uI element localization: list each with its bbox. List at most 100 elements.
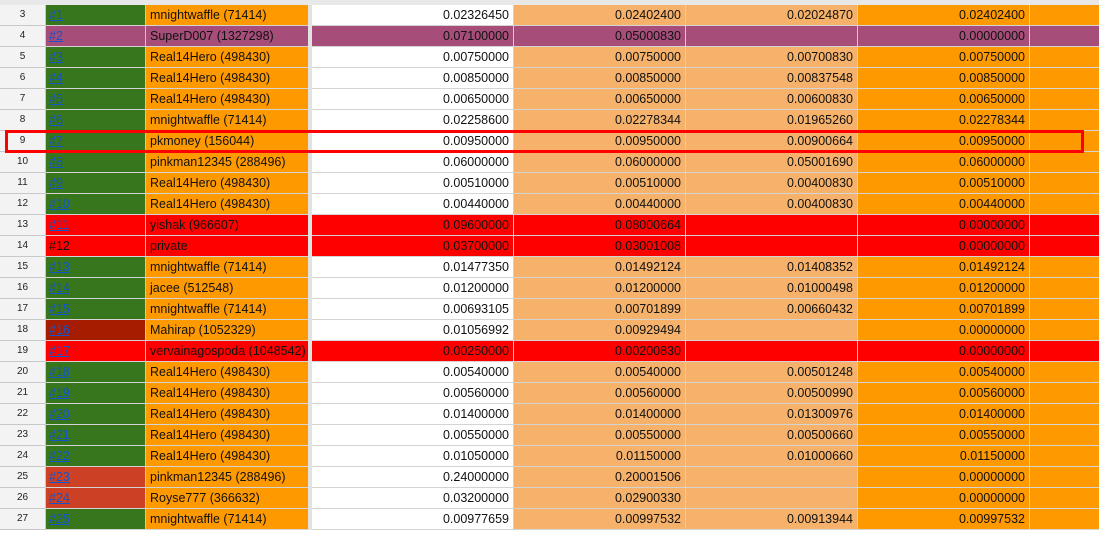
value-cell-2[interactable]: 0.01492124 (514, 257, 686, 278)
value-cell-5[interactable] (1030, 110, 1099, 131)
value-cell-5[interactable] (1030, 299, 1099, 320)
username-cell[interactable]: Real14Hero (498430) (146, 404, 308, 425)
value-cell-4[interactable]: 0.00950000 (858, 131, 1030, 152)
value-cell-1[interactable]: 0.00950000 (312, 131, 514, 152)
row-number[interactable]: 15 (0, 257, 46, 278)
username-cell[interactable]: yishak (966607) (146, 215, 308, 236)
value-cell-2[interactable]: 0.03001008 (514, 236, 686, 257)
value-cell-5[interactable] (1030, 320, 1099, 341)
value-cell-4[interactable]: 0.00000000 (858, 341, 1030, 362)
value-cell-2[interactable]: 0.02402400 (514, 5, 686, 26)
value-cell-1[interactable]: 0.07100000 (312, 26, 514, 47)
value-cell-5[interactable] (1030, 26, 1099, 47)
value-cell-1[interactable]: 0.03200000 (312, 488, 514, 509)
value-cell-3[interactable]: 0.01408352 (686, 257, 858, 278)
entry-id-link[interactable]: #8 (49, 155, 63, 169)
row-number[interactable]: 8 (0, 110, 46, 131)
row-number[interactable]: 22 (0, 404, 46, 425)
value-cell-4[interactable]: 0.00000000 (858, 236, 1030, 257)
entry-id-link[interactable]: #15 (49, 302, 70, 316)
entry-id-cell[interactable]: #5 (46, 89, 146, 110)
value-cell-5[interactable] (1030, 278, 1099, 299)
username-cell[interactable]: private (146, 236, 308, 257)
row-number[interactable]: 9 (0, 131, 46, 152)
value-cell-3[interactable]: 0.00900664 (686, 131, 858, 152)
entry-id-link[interactable]: #1 (49, 8, 63, 22)
row-number[interactable]: 11 (0, 173, 46, 194)
row-number[interactable]: 4 (0, 26, 46, 47)
entry-id-link[interactable]: #21 (49, 428, 70, 442)
value-cell-1[interactable]: 0.24000000 (312, 467, 514, 488)
username-cell[interactable]: Real14Hero (498430) (146, 446, 308, 467)
entry-id-link[interactable]: #19 (49, 386, 70, 400)
value-cell-5[interactable] (1030, 236, 1099, 257)
row-number[interactable]: 24 (0, 446, 46, 467)
username-cell[interactable]: mnightwaffle (71414) (146, 257, 308, 278)
value-cell-4[interactable]: 0.00540000 (858, 362, 1030, 383)
entry-id-link[interactable]: #10 (49, 197, 70, 211)
entry-id-cell[interactable]: #3 (46, 47, 146, 68)
value-cell-3[interactable]: 0.01965260 (686, 110, 858, 131)
value-cell-1[interactable]: 0.01050000 (312, 446, 514, 467)
row-number[interactable]: 5 (0, 47, 46, 68)
username-cell[interactable]: Royse777 (366632) (146, 488, 308, 509)
entry-id-link[interactable]: #4 (49, 71, 63, 85)
value-cell-4[interactable]: 0.00560000 (858, 383, 1030, 404)
username-cell[interactable]: Real14Hero (498430) (146, 173, 308, 194)
value-cell-5[interactable] (1030, 383, 1099, 404)
value-cell-2[interactable]: 0.01200000 (514, 278, 686, 299)
value-cell-4[interactable]: 0.00000000 (858, 488, 1030, 509)
value-cell-3[interactable]: 0.00700830 (686, 47, 858, 68)
value-cell-5[interactable] (1030, 173, 1099, 194)
entry-id-cell[interactable]: #1 (46, 5, 146, 26)
row-number[interactable]: 7 (0, 89, 46, 110)
entry-id-link[interactable]: #16 (49, 323, 70, 337)
value-cell-4[interactable]: 0.00701899 (858, 299, 1030, 320)
value-cell-5[interactable] (1030, 194, 1099, 215)
entry-id-cell[interactable]: #8 (46, 152, 146, 173)
username-cell[interactable]: Real14Hero (498430) (146, 89, 308, 110)
entry-id-link[interactable]: #6 (49, 113, 63, 127)
username-cell[interactable]: Mahirap (1052329) (146, 320, 308, 341)
row-number[interactable]: 23 (0, 425, 46, 446)
entry-id-link[interactable]: #17 (49, 344, 70, 358)
value-cell-3[interactable]: 0.01300976 (686, 404, 858, 425)
entry-id-link[interactable]: #3 (49, 50, 63, 64)
value-cell-3[interactable]: 0.00501248 (686, 362, 858, 383)
value-cell-1[interactable]: 0.00250000 (312, 341, 514, 362)
value-cell-2[interactable]: 0.00850000 (514, 68, 686, 89)
entry-id-link[interactable]: #25 (49, 512, 70, 526)
row-number[interactable]: 25 (0, 467, 46, 488)
username-cell[interactable]: mnightwaffle (71414) (146, 299, 308, 320)
row-number[interactable]: 13 (0, 215, 46, 236)
row-number[interactable]: 16 (0, 278, 46, 299)
username-cell[interactable]: Real14Hero (498430) (146, 68, 308, 89)
entry-id-link[interactable]: #7 (49, 134, 63, 148)
entry-id-link[interactable]: #22 (49, 449, 70, 463)
value-cell-3[interactable] (686, 320, 858, 341)
entry-id-cell[interactable]: #2 (46, 26, 146, 47)
value-cell-4[interactable]: 0.00000000 (858, 215, 1030, 236)
value-cell-4[interactable]: 0.01492124 (858, 257, 1030, 278)
row-number[interactable]: 21 (0, 383, 46, 404)
value-cell-5[interactable] (1030, 68, 1099, 89)
value-cell-3[interactable]: 0.01000660 (686, 446, 858, 467)
value-cell-1[interactable]: 0.01477350 (312, 257, 514, 278)
value-cell-5[interactable] (1030, 152, 1099, 173)
value-cell-2[interactable]: 0.00200830 (514, 341, 686, 362)
value-cell-1[interactable]: 0.01056992 (312, 320, 514, 341)
entry-id-link[interactable]: #11 (49, 218, 69, 232)
username-cell[interactable]: pinkman12345 (288496) (146, 467, 308, 488)
value-cell-3[interactable]: 0.00400830 (686, 173, 858, 194)
value-cell-4[interactable]: 0.00000000 (858, 26, 1030, 47)
entry-id-cell[interactable]: #9 (46, 173, 146, 194)
value-cell-4[interactable]: 0.00997532 (858, 509, 1030, 530)
value-cell-5[interactable] (1030, 509, 1099, 530)
value-cell-3[interactable]: 0.00600830 (686, 89, 858, 110)
row-number[interactable]: 26 (0, 488, 46, 509)
entry-id-cell[interactable]: #15 (46, 299, 146, 320)
row-number[interactable]: 19 (0, 341, 46, 362)
entry-id-cell[interactable]: #21 (46, 425, 146, 446)
value-cell-2[interactable]: 0.00929494 (514, 320, 686, 341)
username-cell[interactable]: mnightwaffle (71414) (146, 110, 308, 131)
